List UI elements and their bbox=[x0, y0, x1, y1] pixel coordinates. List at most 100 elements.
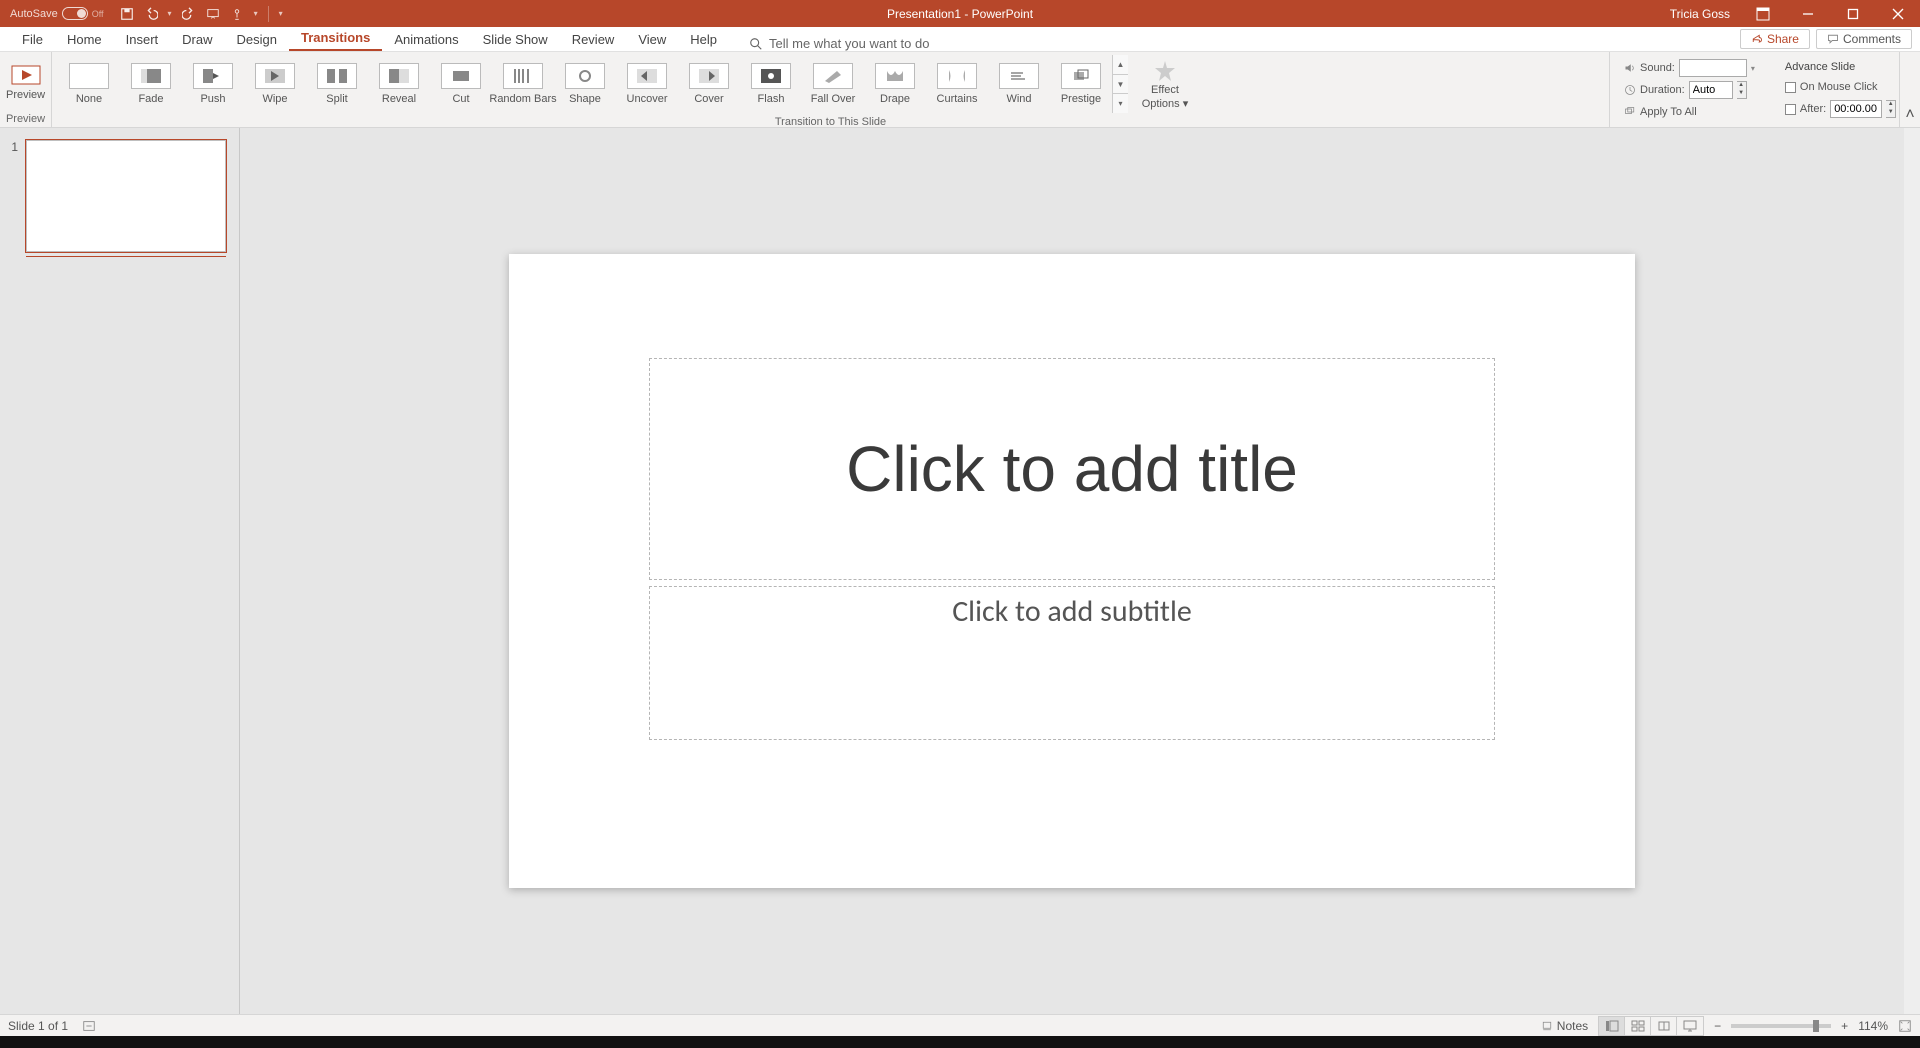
vertical-scrollbar[interactable] bbox=[1904, 128, 1920, 1014]
transition-cover[interactable]: Cover bbox=[678, 54, 740, 114]
transition-push[interactable]: Push bbox=[182, 54, 244, 114]
gallery-up-icon[interactable]: ▲ bbox=[1113, 55, 1128, 75]
work-area: 1 Click to add title Click to add subtit… bbox=[0, 128, 1920, 1014]
checkbox-icon bbox=[1785, 82, 1796, 93]
title-placeholder-text: Click to add title bbox=[846, 432, 1298, 506]
tab-slideshow[interactable]: Slide Show bbox=[471, 28, 560, 51]
transitions-gallery: None Fade Push Wipe Split Reveal Cut Ran… bbox=[58, 54, 1128, 114]
collapse-ribbon-icon[interactable]: ˄ bbox=[1900, 52, 1920, 127]
maximize-icon[interactable] bbox=[1830, 0, 1875, 27]
redo-icon[interactable] bbox=[182, 7, 196, 21]
taskbar bbox=[0, 1036, 1920, 1048]
notes-button[interactable]: Notes bbox=[1541, 1019, 1588, 1033]
minimize-icon[interactable] bbox=[1785, 0, 1830, 27]
slide-counter: Slide 1 of 1 bbox=[8, 1019, 68, 1033]
checkbox-icon bbox=[1785, 104, 1796, 115]
status-bar: Slide 1 of 1 Notes − + 114% bbox=[0, 1014, 1920, 1036]
tab-transitions[interactable]: Transitions bbox=[289, 26, 382, 51]
slide-canvas-area[interactable]: Click to add title Click to add subtitle bbox=[240, 128, 1904, 1014]
transition-split[interactable]: Split bbox=[306, 54, 368, 114]
transition-curtains[interactable]: Curtains bbox=[926, 54, 988, 114]
thumbnail-number: 1 bbox=[8, 140, 18, 252]
sound-control[interactable]: Sound: ▾ bbox=[1624, 58, 1755, 78]
window-title: Presentation1 - PowerPoint bbox=[887, 7, 1033, 21]
after-spinner[interactable]: ▲▼ bbox=[1886, 100, 1896, 118]
close-icon[interactable] bbox=[1875, 0, 1920, 27]
transition-drape[interactable]: Drape bbox=[864, 54, 926, 114]
slide-thumbnail-1[interactable] bbox=[26, 140, 226, 252]
zoom-slider[interactable] bbox=[1731, 1024, 1831, 1028]
slideshow-icon[interactable] bbox=[206, 7, 220, 21]
transition-prestige[interactable]: Prestige bbox=[1050, 54, 1112, 114]
gallery-more-icon[interactable]: ▾ bbox=[1113, 94, 1128, 113]
preview-label: Preview bbox=[6, 89, 45, 101]
on-mouse-click-checkbox[interactable]: On Mouse Click bbox=[1785, 77, 1896, 97]
slide-underline bbox=[26, 256, 226, 257]
transition-uncover[interactable]: Uncover bbox=[616, 54, 678, 114]
autosave-toggle[interactable]: AutoSave Off bbox=[10, 7, 104, 20]
after-checkbox[interactable]: After: ▲▼ bbox=[1785, 99, 1896, 119]
transition-fall-over[interactable]: Fall Over bbox=[802, 54, 864, 114]
zoom-out-icon[interactable]: − bbox=[1714, 1019, 1721, 1033]
save-icon[interactable] bbox=[120, 7, 134, 21]
tab-insert[interactable]: Insert bbox=[114, 28, 171, 51]
ribbon: Preview Preview None Fade Push Wipe Spli… bbox=[0, 52, 1920, 128]
transition-fade[interactable]: Fade bbox=[120, 54, 182, 114]
share-button[interactable]: Share bbox=[1740, 29, 1810, 49]
duration-spinner[interactable]: ▲▼ bbox=[1737, 81, 1747, 99]
tab-file[interactable]: File bbox=[10, 28, 55, 51]
user-name[interactable]: Tricia Goss bbox=[1660, 7, 1740, 21]
transition-shape[interactable]: Shape bbox=[554, 54, 616, 114]
gallery-scroll: ▲ ▼ ▾ bbox=[1112, 55, 1128, 113]
comment-icon bbox=[1827, 33, 1839, 45]
slide-sorter-icon[interactable] bbox=[1625, 1017, 1651, 1035]
share-label: Share bbox=[1767, 32, 1799, 46]
comments-button[interactable]: Comments bbox=[1816, 29, 1912, 49]
accessibility-icon[interactable] bbox=[82, 1019, 96, 1033]
tab-animations[interactable]: Animations bbox=[382, 28, 470, 51]
slideshow-view-icon[interactable] bbox=[1677, 1017, 1703, 1035]
preview-play-icon bbox=[11, 65, 41, 87]
transition-wipe[interactable]: Wipe bbox=[244, 54, 306, 114]
ribbon-display-icon[interactable] bbox=[1740, 0, 1785, 27]
normal-view-icon[interactable] bbox=[1599, 1017, 1625, 1035]
transition-reveal[interactable]: Reveal bbox=[368, 54, 430, 114]
menu-bar: File Home Insert Draw Design Transitions… bbox=[0, 27, 1920, 52]
slide: Click to add title Click to add subtitle bbox=[509, 254, 1635, 888]
apply-to-all-button[interactable]: Apply To All bbox=[1624, 102, 1755, 122]
zoom-in-icon[interactable]: + bbox=[1841, 1019, 1848, 1033]
transition-wind[interactable]: Wind bbox=[988, 54, 1050, 114]
preview-button[interactable]: Preview bbox=[6, 65, 45, 101]
after-input[interactable] bbox=[1830, 100, 1882, 118]
transition-cut[interactable]: Cut bbox=[430, 54, 492, 114]
tab-review[interactable]: Review bbox=[560, 28, 627, 51]
transition-none[interactable]: None bbox=[58, 54, 120, 114]
tab-draw[interactable]: Draw bbox=[170, 28, 224, 51]
undo-icon[interactable] bbox=[144, 7, 158, 21]
touch-mode-icon[interactable] bbox=[230, 7, 244, 21]
view-buttons bbox=[1598, 1016, 1704, 1036]
title-placeholder[interactable]: Click to add title bbox=[649, 358, 1495, 580]
transition-random-bars[interactable]: Random Bars bbox=[492, 54, 554, 114]
autosave-state: Off bbox=[92, 9, 104, 19]
tab-design[interactable]: Design bbox=[225, 28, 289, 51]
subtitle-placeholder[interactable]: Click to add subtitle bbox=[649, 586, 1495, 740]
tab-help[interactable]: Help bbox=[678, 28, 729, 51]
transition-flash[interactable]: Flash bbox=[740, 54, 802, 114]
thumbnails-pane: 1 bbox=[0, 128, 240, 1014]
sound-input[interactable] bbox=[1679, 59, 1747, 77]
zoom-percent[interactable]: 114% bbox=[1858, 1019, 1888, 1033]
fit-to-window-icon[interactable] bbox=[1898, 1019, 1912, 1033]
duration-input[interactable] bbox=[1689, 81, 1733, 99]
effect-options-button[interactable]: Effect Options ▾ bbox=[1136, 59, 1194, 110]
reading-view-icon[interactable] bbox=[1651, 1017, 1677, 1035]
duration-control[interactable]: Duration: ▲▼ bbox=[1624, 80, 1755, 100]
share-icon bbox=[1751, 33, 1763, 45]
gallery-down-icon[interactable]: ▼ bbox=[1113, 75, 1128, 95]
tab-view[interactable]: View bbox=[626, 28, 678, 51]
tab-home[interactable]: Home bbox=[55, 28, 114, 51]
autosave-label: AutoSave bbox=[10, 8, 58, 20]
toggle-off-icon bbox=[62, 7, 88, 20]
search-icon bbox=[749, 37, 763, 51]
tell-me-search[interactable]: Tell me what you want to do bbox=[749, 36, 929, 51]
